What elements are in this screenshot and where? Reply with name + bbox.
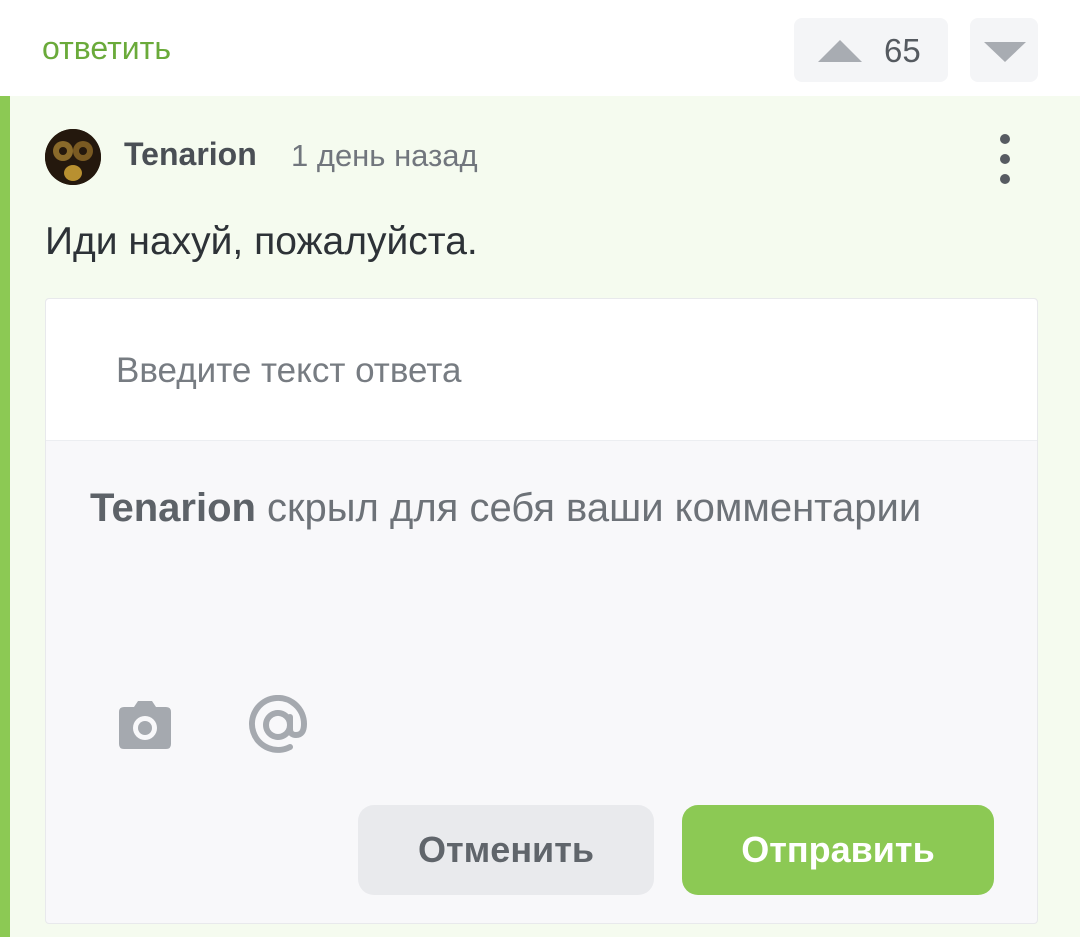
- at-sign-icon[interactable]: [248, 694, 308, 755]
- user-avatar[interactable]: [45, 129, 101, 185]
- notice-author: Tenarion: [90, 486, 256, 530]
- avatar-image: [45, 129, 101, 185]
- comment-author[interactable]: Tenarion: [124, 136, 257, 173]
- reply-link[interactable]: ответить: [42, 30, 171, 67]
- downvote-button[interactable]: [970, 18, 1038, 82]
- triangle-down-icon: [984, 42, 1026, 62]
- submit-button[interactable]: Отправить: [682, 805, 994, 895]
- reply-form: Введите текст ответа Tenarion скрыл для …: [45, 298, 1038, 924]
- comment-text: Иди нахуй, пожалуйста.: [45, 220, 478, 263]
- thread-rail: [0, 96, 10, 937]
- cancel-button[interactable]: Отменить: [358, 805, 654, 895]
- rating-count: 65: [884, 32, 921, 69]
- comment-actions-bar: ответить 65: [0, 0, 1080, 96]
- comment-timestamp: 1 день назад: [291, 138, 478, 173]
- more-vertical-icon[interactable]: [990, 134, 1020, 184]
- hidden-comments-notice: Tenarion скрыл для себя ваши комментарии: [90, 475, 990, 542]
- triangle-up-icon: [818, 40, 862, 62]
- camera-icon[interactable]: [118, 701, 172, 749]
- upvote-button[interactable]: 65: [794, 18, 948, 82]
- notice-text: скрыл для себя ваши комментарии: [255, 486, 922, 530]
- comment-block: Tenarion 1 день назад Иди нахуй, пожалуй…: [0, 96, 1080, 937]
- reply-placeholder: Введите текст ответа: [116, 351, 462, 390]
- reply-input[interactable]: Введите текст ответа: [46, 299, 1037, 441]
